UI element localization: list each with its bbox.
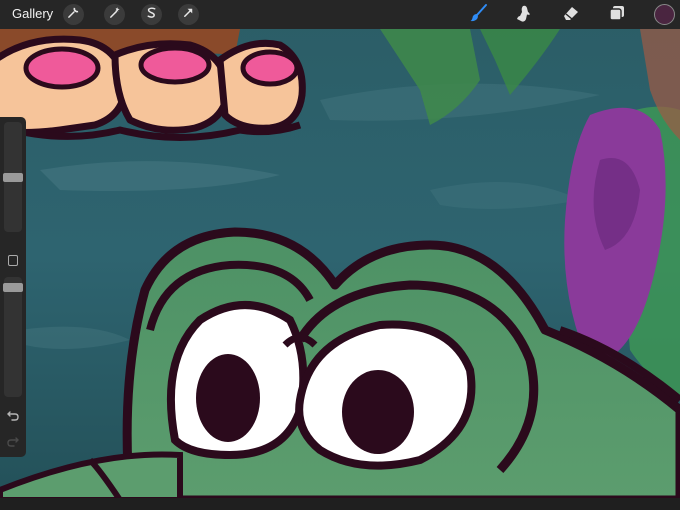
gallery-button[interactable]: Gallery — [12, 6, 53, 21]
brush-size-thumb[interactable] — [3, 172, 23, 182]
selection-icon — [145, 6, 158, 24]
selection-button[interactable] — [141, 4, 162, 25]
redo-button[interactable] — [5, 435, 21, 451]
layers-icon — [607, 3, 627, 28]
smudge-button[interactable] — [513, 4, 535, 26]
transform-icon — [182, 6, 195, 24]
actions-button[interactable] — [63, 4, 84, 25]
magic-wand-icon — [108, 6, 121, 24]
undo-icon — [6, 408, 20, 427]
layers-button[interactable] — [606, 4, 628, 26]
eraser-icon — [561, 3, 581, 28]
opacity-slider[interactable] — [4, 277, 22, 397]
drawing-canvas[interactable] — [0, 0, 680, 510]
redo-icon — [6, 434, 20, 453]
adjustments-button[interactable] — [104, 4, 125, 25]
top-toolbar: Gallery — [0, 0, 680, 29]
brush-icon — [469, 3, 489, 28]
color-swatch[interactable] — [654, 4, 675, 25]
opacity-thumb[interactable] — [3, 282, 23, 292]
wrench-icon — [67, 6, 80, 24]
left-sidebar — [0, 117, 26, 457]
brush-button[interactable] — [468, 3, 490, 28]
modify-button[interactable] — [8, 255, 18, 266]
eraser-button[interactable] — [560, 4, 582, 26]
transform-button[interactable] — [178, 4, 199, 25]
undo-button[interactable] — [5, 409, 21, 425]
smudge-icon — [514, 3, 534, 28]
